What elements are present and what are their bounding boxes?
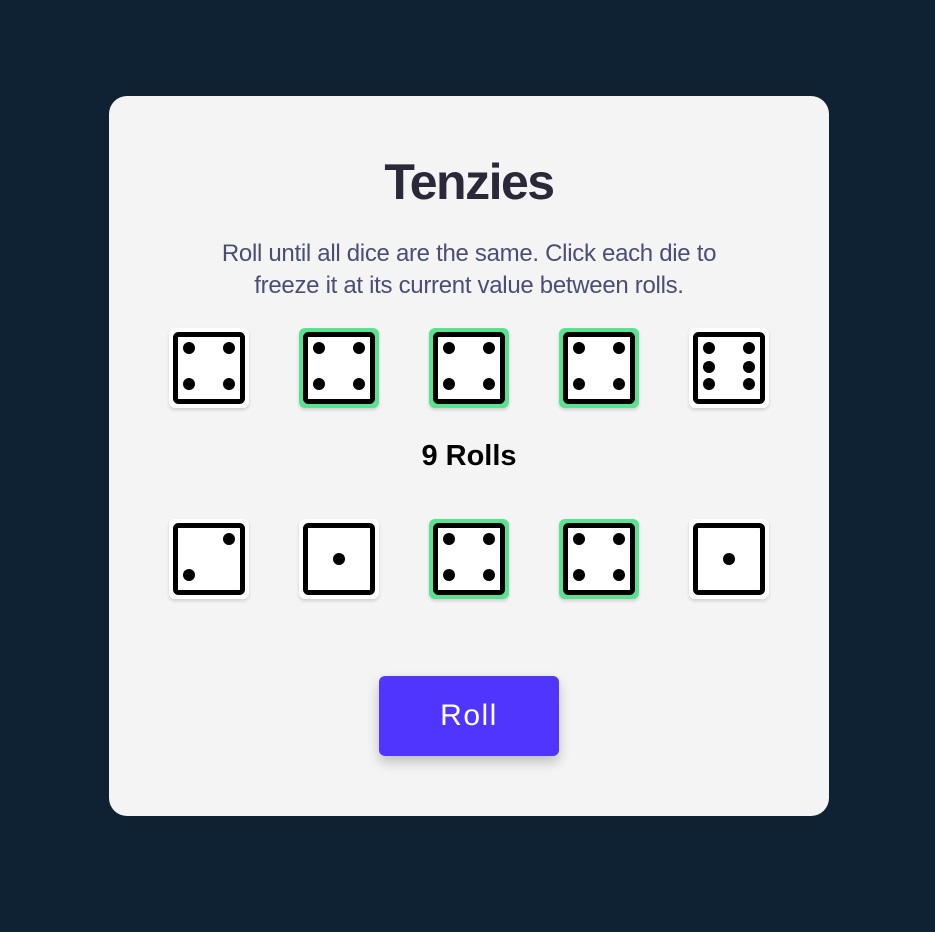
die-pip [573, 342, 585, 354]
die-pip [183, 378, 195, 390]
die-7[interactable] [299, 519, 379, 599]
die-face-2-icon [173, 523, 245, 595]
die-10[interactable] [689, 519, 769, 599]
game-title: Tenzies [384, 154, 555, 210]
die-face-4-icon [563, 523, 635, 595]
die-9-held[interactable] [559, 519, 639, 599]
die-pip [223, 342, 235, 354]
die-pip [613, 342, 625, 354]
die-pip [313, 378, 325, 390]
die-pip [443, 342, 455, 354]
die-pip [613, 569, 625, 581]
die-3-held[interactable] [429, 328, 509, 408]
die-pip [573, 533, 585, 545]
die-face-4-icon [563, 332, 635, 404]
die-pip [743, 342, 755, 354]
die-pip [483, 342, 495, 354]
die-4-held[interactable] [559, 328, 639, 408]
die-5[interactable] [689, 328, 769, 408]
die-face-4-icon [433, 523, 505, 595]
die-pip [743, 361, 755, 373]
roll-button[interactable]: Roll [379, 676, 559, 756]
die-pip [313, 342, 325, 354]
die-face-4-icon [433, 332, 505, 404]
rolls-counter: 9 Rolls [421, 440, 517, 472]
die-8-held[interactable] [429, 519, 509, 599]
die-pip [723, 553, 735, 565]
die-pip [183, 342, 195, 354]
die-pip [353, 378, 365, 390]
die-pip [703, 378, 715, 390]
die-pip [443, 569, 455, 581]
die-pip [483, 378, 495, 390]
die-pip [703, 361, 715, 373]
die-pip [483, 533, 495, 545]
die-face-1-icon [303, 523, 375, 595]
die-pip [443, 533, 455, 545]
die-pip [223, 533, 235, 545]
die-pip [703, 342, 715, 354]
die-pip [443, 378, 455, 390]
die-pip [183, 569, 195, 581]
die-pip [743, 378, 755, 390]
die-pip [573, 378, 585, 390]
die-face-6-icon [693, 332, 765, 404]
die-pip [483, 569, 495, 581]
die-pip [223, 378, 235, 390]
die-1[interactable] [169, 328, 249, 408]
die-pip [573, 569, 585, 581]
die-pip [353, 342, 365, 354]
die-face-4-icon [173, 332, 245, 404]
die-pip [333, 553, 345, 565]
die-face-4-icon [303, 332, 375, 404]
die-face-1-icon [693, 523, 765, 595]
die-pip [613, 533, 625, 545]
game-instructions: Roll until all dice are the same. Click … [221, 240, 717, 299]
die-6[interactable] [169, 519, 249, 599]
game-card: Tenzies Roll until all dice are the same… [109, 96, 829, 816]
die-pip [613, 378, 625, 390]
die-2-held[interactable] [299, 328, 379, 408]
